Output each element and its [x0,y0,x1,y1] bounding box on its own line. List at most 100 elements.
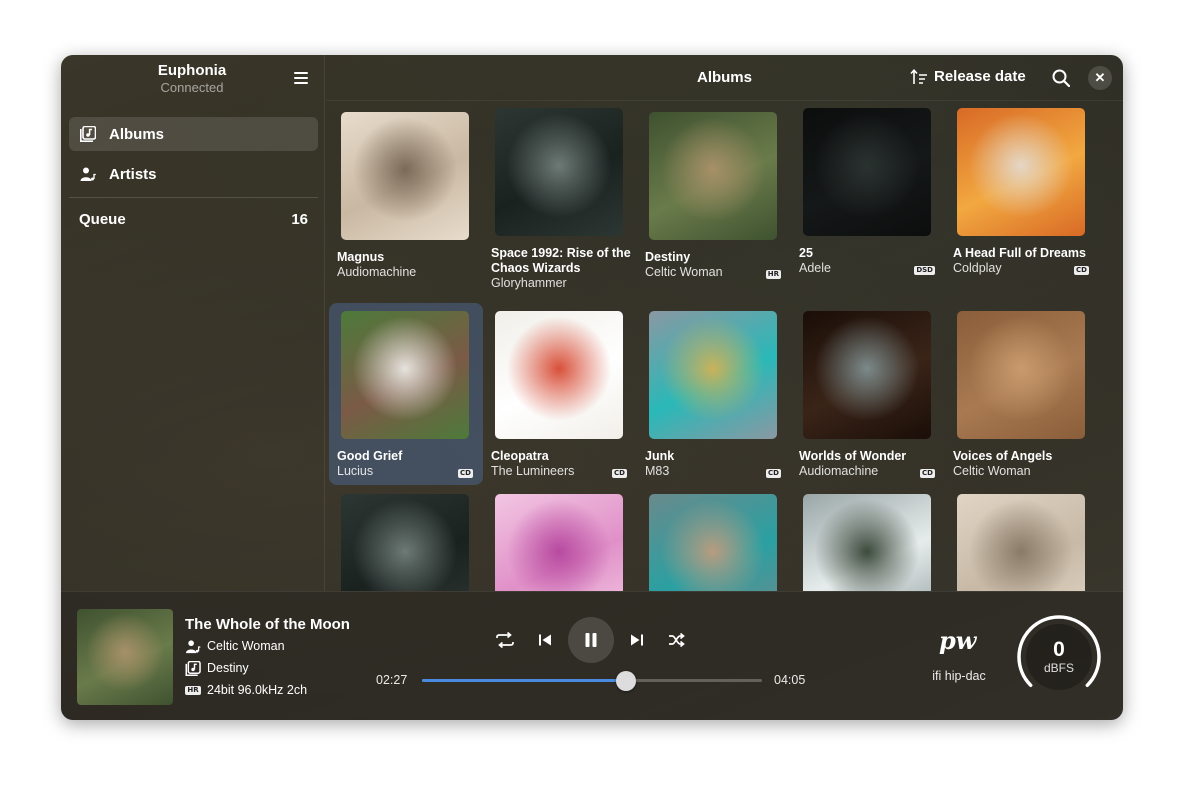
album-artist: Coldplay [953,261,1002,275]
pause-icon [585,633,597,647]
quality-badge-text: HR [185,685,201,695]
elapsed-time: 02:27 [376,673,408,687]
album-card[interactable]: Voices of Angels Celtic Woman [945,303,1099,485]
album-title: Destiny [645,250,691,264]
album-artist: Celtic Woman [953,464,1031,478]
repeat-icon[interactable] [494,629,516,651]
now-playing-album-row[interactable]: Destiny [185,660,249,676]
album-artist: Celtic Woman [645,265,723,279]
quality-badge: CD [766,469,781,478]
search-icon[interactable] [1050,67,1072,89]
meter-readout: 0 dBFS [1026,624,1092,690]
queue-label: Queue [79,211,126,228]
main-header: Albums Release date ✕ [326,55,1123,101]
output-device-name[interactable]: ifi hip-dac [919,669,999,683]
album-card[interactable]: Junk M83 CD [637,303,791,485]
sidebar-item-label: Artists [109,165,157,183]
seek-bar[interactable] [422,671,762,691]
album-cover [803,108,931,236]
now-playing-album: Destiny [207,661,249,675]
album-card[interactable]: Cleopatra The Lumineers CD [483,303,637,485]
now-playing-artist: Celtic Woman [207,639,285,653]
sidebar-item-artists[interactable]: Artists [69,157,318,191]
player-bar: The Whole of the Moon Celtic Woman Desti… [61,591,1123,720]
sort-button[interactable]: Release date [910,68,1026,85]
artist-icon [185,639,201,653]
album-cover [341,311,469,439]
album-title: Voices of Angels [953,449,1053,463]
album-card[interactable]: Good Grief Lucius CD [329,303,483,485]
sort-label: Release date [934,68,1026,85]
now-playing-title: The Whole of the Moon [185,616,350,633]
album-card[interactable] [791,486,945,591]
previous-icon[interactable] [534,629,556,651]
quality-badge: DSD [914,266,935,275]
next-icon[interactable] [626,629,648,651]
seek-handle[interactable] [616,671,636,691]
output-device-logo: pw [939,626,977,655]
queue-count: 16 [291,211,308,228]
album-cover [495,311,623,439]
quality-badge: HR [765,270,781,279]
album-cover [341,494,469,591]
album-cover [649,494,777,591]
total-duration: 04:05 [774,673,806,687]
quality-badge: CD [920,469,935,478]
album-artist: Lucius [337,464,374,478]
album-card[interactable]: A Head Full of Dreams Coldplay CD [945,106,1099,296]
album-cover [495,108,623,236]
app-title: Euphonia [157,62,227,79]
app-window: Euphonia Connected Albums Artists Queue … [61,55,1123,720]
now-playing-cover[interactable] [77,609,173,705]
album-card[interactable] [329,486,483,591]
level-unit: dBFS [1043,661,1074,675]
album-card[interactable]: 25 Adele DSD [791,106,945,296]
album-cover [803,311,931,439]
sidebar-item-label: Albums [109,125,165,143]
seek-progress [422,679,626,682]
volume-meter[interactable]: 0 dBFS [1016,614,1102,700]
sidebar-item-albums[interactable]: Albums [69,117,318,151]
album-title: Worlds of Wonder [799,449,907,463]
queue-item[interactable]: Queue 16 [79,211,308,228]
sidebar-header: Euphonia Connected [61,55,325,101]
album-title: 25 [799,246,813,260]
album-cover [957,494,1085,591]
album-card[interactable]: Destiny Celtic Woman HR [637,106,791,296]
album-grid: Magnus Audiomachine Space 1992: Rise of th… [326,102,1123,591]
album-cover [341,112,469,240]
quality-badge: CD [458,469,473,478]
album-icon [185,660,201,676]
hires-badge: HR [185,683,201,697]
album-title: Good Grief [337,449,403,463]
shuffle-icon[interactable] [666,629,688,651]
quality-badge: CD [612,469,627,478]
hamburger-menu-icon[interactable] [292,69,312,87]
now-playing-artist-row[interactable]: Celtic Woman [185,639,285,653]
album-card[interactable] [945,486,1099,591]
now-playing-format-row: HR 24bit 96.0kHz 2ch [185,683,307,697]
sort-ascending-icon [910,68,927,84]
album-title: A Head Full of Dreams [953,246,1086,260]
album-artist: Audiomachine [799,464,879,478]
album-card[interactable] [637,486,791,591]
album-artist: Gloryhammer [491,276,567,290]
close-icon[interactable]: ✕ [1088,66,1112,90]
album-card[interactable]: Magnus Audiomachine [329,106,483,296]
pause-button[interactable] [568,617,614,663]
album-card[interactable]: Worlds of Wonder Audiomachine CD [791,303,945,485]
album-artist: M83 [645,464,670,478]
album-cover [649,112,777,240]
album-card[interactable] [483,486,637,591]
album-cover [495,494,623,591]
quality-badge: CD [1074,266,1089,275]
sidebar: Euphonia Connected Albums Artists Queue … [61,55,325,591]
album-cover [957,311,1085,439]
album-title: Space 1992: Rise of the Chaos Wizards [491,246,631,275]
album-artist: Audiomachine [337,265,417,279]
album-cover [957,108,1085,236]
level-value: 0 [1053,638,1065,661]
album-cover [649,311,777,439]
album-card[interactable]: Space 1992: Rise of the Chaos Wizards Glo… [483,106,637,296]
albums-icon [80,126,96,142]
